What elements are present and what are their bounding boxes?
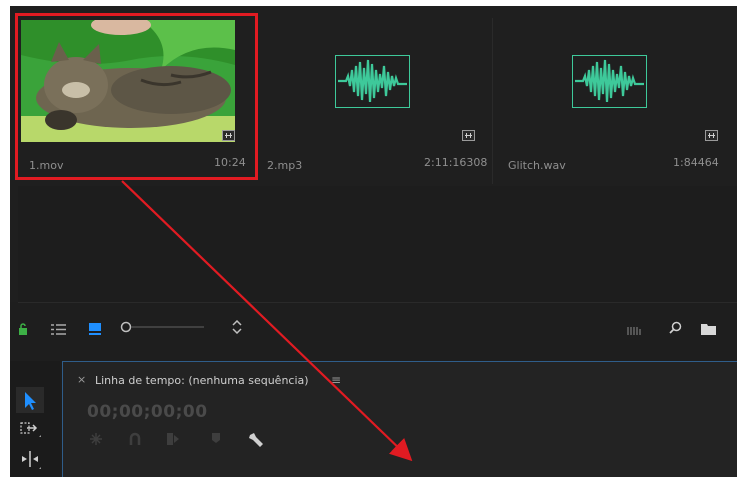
timeline-panel: × Linha de tempo: (nenhuma sequência) ≡ … — [62, 361, 737, 477]
track-select-tool-icon[interactable] — [16, 417, 44, 443]
audio-waveform-icon — [335, 55, 410, 108]
clip-audio-video-icon — [705, 130, 718, 141]
automate-to-sequence-icon[interactable] — [627, 321, 643, 340]
selection-tool-icon[interactable] — [16, 387, 44, 413]
clip-name: Glitch.wav — [508, 159, 566, 172]
list-view-icon[interactable] — [51, 320, 66, 339]
insert-nest-icon[interactable] — [89, 432, 103, 450]
clip-duration: 1:84464 — [673, 156, 719, 169]
clip-duration: 2:11:16308 — [424, 156, 488, 169]
search-icon[interactable] — [669, 319, 682, 338]
clip-item-2mp3[interactable]: 2.mp3 2:11:16308 — [254, 6, 492, 186]
bin-empty-area — [18, 186, 737, 303]
panel-menu-icon[interactable]: ≡ — [331, 373, 341, 387]
clip-item-glitchwav[interactable]: Glitch.wav 1:84464 — [493, 6, 737, 186]
highlight-box — [15, 13, 258, 180]
timeline-title[interactable]: Linha de tempo: (nenhuma sequência) — [95, 374, 309, 387]
zoom-slider[interactable] — [120, 319, 206, 338]
wrench-icon[interactable] — [248, 432, 264, 452]
ripple-edit-tool-icon[interactable] — [16, 447, 44, 473]
linked-selection-icon[interactable] — [166, 432, 180, 450]
add-marker-icon[interactable] — [211, 432, 221, 448]
close-icon[interactable]: × — [77, 373, 86, 386]
clip-name: 2.mp3 — [267, 159, 303, 172]
tools-panel — [10, 361, 60, 477]
new-bin-icon[interactable] — [701, 320, 716, 339]
audio-waveform-icon — [572, 55, 647, 108]
lock-icon[interactable] — [18, 320, 28, 339]
clip-audio-video-icon — [462, 130, 475, 141]
snap-magnet-icon[interactable] — [129, 432, 141, 450]
timecode-display[interactable]: 00;00;00;00 — [87, 402, 208, 422]
icon-view-icon[interactable] — [89, 320, 101, 339]
bin-toolbar — [10, 303, 737, 353]
sort-icon[interactable] — [232, 319, 242, 338]
